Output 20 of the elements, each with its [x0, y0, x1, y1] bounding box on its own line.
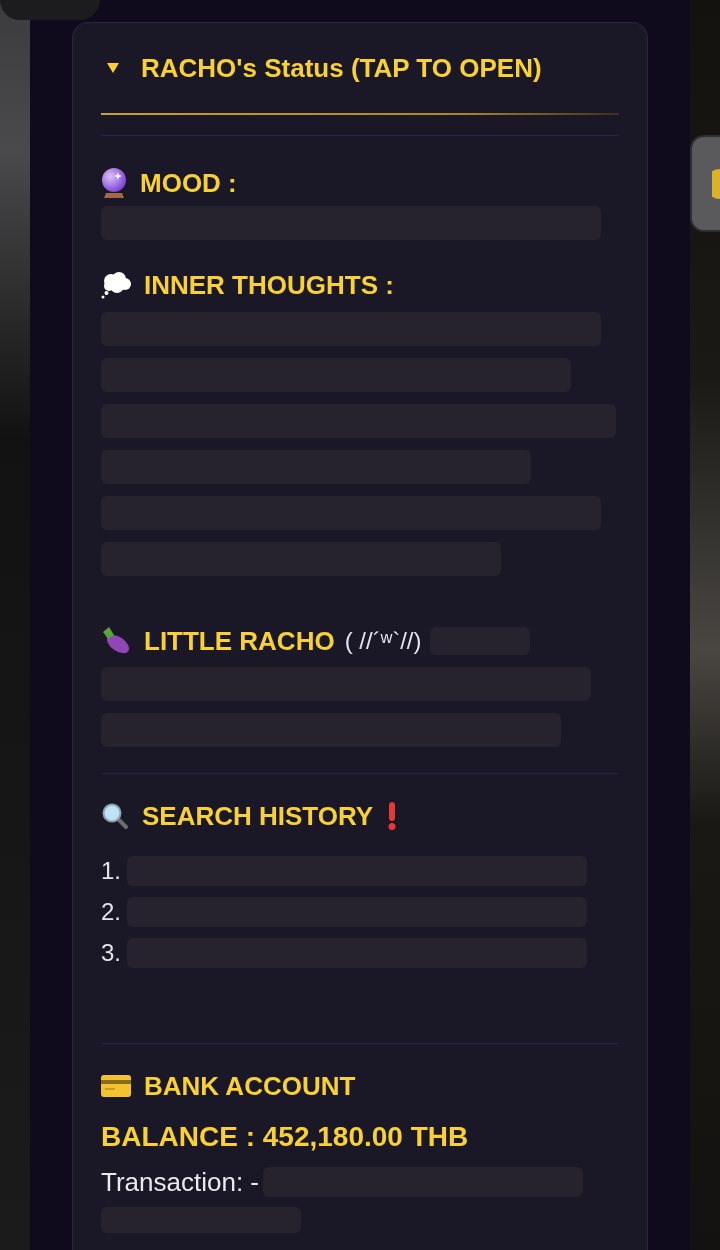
list-number: 3.	[101, 937, 121, 968]
credit-card-icon	[101, 1075, 131, 1097]
balance-text: BALANCE : 452,180.00 THB	[101, 1120, 470, 1154]
section-heading: SEARCH HISTORY	[142, 800, 374, 833]
section-heading: BANK ACCOUNT	[144, 1070, 356, 1103]
floating-button[interactable]	[690, 135, 720, 232]
caret-icon	[107, 63, 119, 73]
status-toggle[interactable]: RACHO's Status (TAP TO OPEN)	[101, 51, 619, 85]
kaomoji-text: ( //´ʷ`//)	[344, 626, 422, 656]
list-number: 1.	[101, 855, 121, 886]
thought-bubble-icon	[101, 271, 131, 299]
search-icon	[101, 802, 129, 830]
section-heading: INNER THOUGHTS :	[144, 269, 394, 302]
section-heading: LITTLE RACHO	[144, 625, 335, 658]
eggplant-icon	[101, 626, 131, 656]
crystal-ball-icon	[101, 168, 127, 198]
list-number: 2.	[101, 896, 121, 927]
section-heading: MOOD :	[140, 167, 237, 200]
transaction-text: Transaction: -	[101, 1166, 259, 1199]
exclamation-icon	[387, 802, 398, 830]
